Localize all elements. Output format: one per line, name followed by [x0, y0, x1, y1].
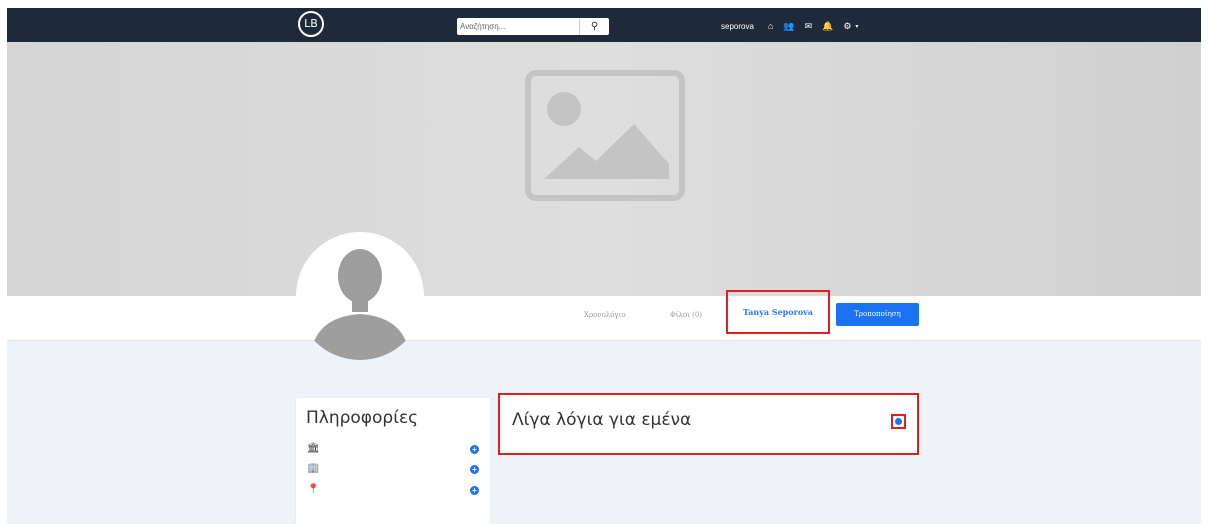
nav-right: seporova ⌂ 👥 ✉ 🔔 ⚙ ▾ — [721, 19, 858, 33]
about-me-title: Λίγα λόγια για εμένα — [512, 410, 692, 430]
bell-icon[interactable]: 🔔 — [822, 21, 833, 32]
home-icon[interactable]: ⌂ — [768, 21, 773, 31]
avatar[interactable] — [296, 232, 424, 360]
plus-circle-icon — [895, 418, 902, 425]
tab-friends[interactable]: Φίλοι (0) — [670, 311, 702, 319]
mail-icon[interactable]: ✉ — [805, 21, 813, 32]
cover-photo — [7, 42, 1201, 296]
edit-profile-button[interactable]: Τροποποίηση — [836, 303, 919, 326]
user-silhouette-icon — [310, 249, 410, 360]
profile-tab-bar: Χρονολόγιο Φίλοι (0) Tanya Seporova Τροπ… — [7, 290, 1201, 341]
add-about-button[interactable] — [891, 414, 906, 429]
add-workplace-button[interactable]: + — [470, 465, 479, 474]
tab-timeline[interactable]: Χρονολόγιο — [584, 311, 626, 319]
users-icon[interactable]: 👥 — [783, 21, 794, 32]
top-navbar: LB ⚲ seporova ⌂ 👥 ✉ 🔔 ⚙ ▾ — [7, 8, 1201, 42]
tab-profile-name[interactable]: Tanya Seporova — [726, 290, 830, 334]
search-box: ⚲ — [457, 18, 609, 35]
add-institution-button[interactable]: + — [470, 445, 479, 454]
about-me-card: Λίγα λόγια για εμένα — [498, 393, 919, 455]
search-input[interactable] — [457, 18, 576, 35]
site-logo[interactable]: LB — [298, 11, 324, 37]
search-button[interactable]: ⚲ — [579, 18, 609, 35]
search-icon: ⚲ — [590, 21, 599, 32]
info-card-title: Πληροφορίες — [306, 408, 419, 428]
institution-icon: 🏛 — [307, 443, 320, 454]
add-location-button[interactable]: + — [470, 486, 479, 495]
image-placeholder-icon — [525, 70, 685, 201]
location-pin-icon: 📍 — [307, 484, 320, 495]
chevron-down-icon[interactable]: ▾ — [855, 23, 858, 30]
gear-icon[interactable]: ⚙ — [843, 21, 851, 32]
username-link[interactable]: seporova — [721, 22, 754, 31]
building-icon: 🏢 — [307, 463, 320, 474]
info-card: Πληροφορίες 🏛 + 🏢 + 📍 + — [296, 398, 490, 524]
